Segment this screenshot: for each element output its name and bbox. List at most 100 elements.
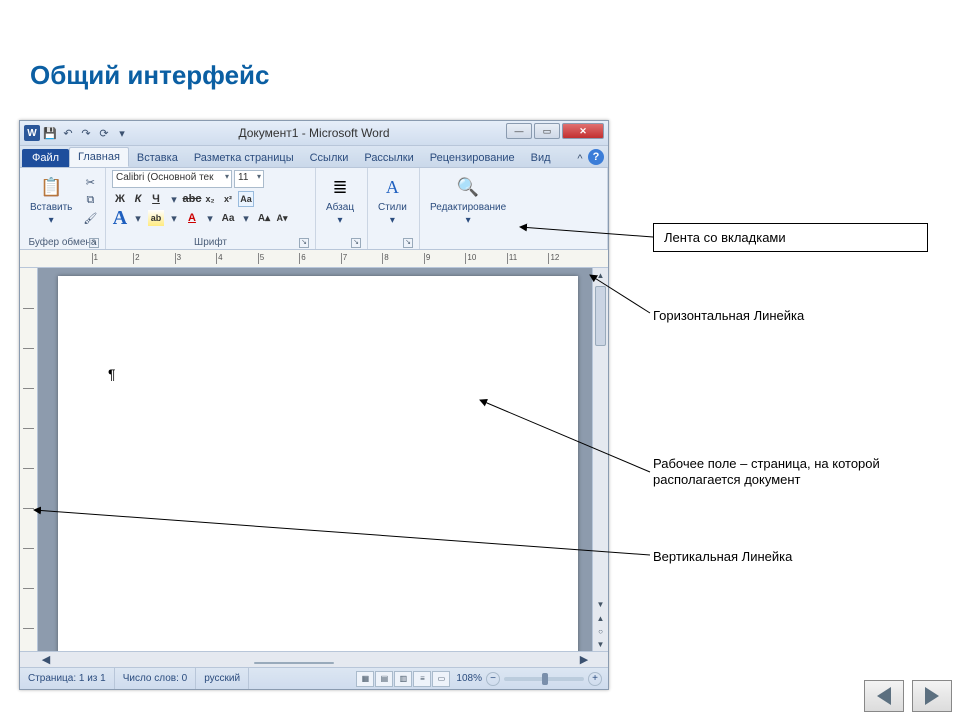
zoom-level[interactable]: 108% [456, 673, 482, 684]
tab-home[interactable]: Главная [69, 147, 129, 167]
draft-view-icon[interactable]: ▭ [432, 671, 450, 687]
qat-customize-icon[interactable]: ▾ [114, 125, 130, 141]
horizontal-ruler[interactable]: 123456789101112 [20, 250, 608, 268]
prev-slide-button[interactable] [864, 680, 904, 712]
paragraph-button[interactable]: ≣Абзац▾ [322, 170, 358, 226]
highlight-dropdown-icon[interactable]: ▾ [166, 210, 182, 226]
font-name-combo[interactable]: Calibri (Основной тек [112, 170, 232, 188]
scroll-down-icon[interactable]: ▼ [593, 597, 608, 611]
scroll-right-icon[interactable]: ▶ [576, 652, 592, 668]
zoom-in-button[interactable]: + [588, 672, 602, 686]
hscroll-thumb[interactable] [254, 662, 334, 664]
cut-icon[interactable]: ✂ [82, 174, 98, 190]
text-effects-dropdown-icon[interactable]: ▾ [130, 210, 146, 226]
ruler-tick-label: 12 [550, 253, 559, 262]
tab-review[interactable]: Рецензирование [422, 149, 523, 167]
vertical-scrollbar[interactable]: ▲ ▼ ▲ ○ ▼ [592, 268, 608, 651]
minimize-button[interactable]: — [506, 123, 532, 139]
minimize-ribbon-icon[interactable]: ^ [572, 151, 588, 167]
paragraph-launcher-icon[interactable]: ↘ [351, 238, 361, 248]
editing-button[interactable]: 🔍Редактирование▾ [426, 170, 510, 226]
zoom-out-button[interactable]: − [486, 672, 500, 686]
font-size-combo[interactable]: 11 [234, 170, 264, 188]
print-layout-view-icon[interactable]: ▦ [356, 671, 374, 687]
font-color-dropdown-icon[interactable]: ▾ [202, 210, 218, 226]
italic-button[interactable]: К [130, 191, 146, 207]
callout-workarea-text: Рабочее поле – страница, на которой расп… [653, 456, 893, 489]
change-case-button[interactable]: Aa [238, 191, 254, 207]
copy-icon[interactable]: ⧉ [82, 192, 98, 208]
ruler-tick-label: 1 [94, 253, 98, 262]
triangle-left-icon [877, 687, 891, 705]
scroll-left-icon[interactable]: ◀ [38, 652, 54, 668]
ruler-marks: 123456789101112 [50, 250, 590, 267]
fullscreen-reading-view-icon[interactable]: ▤ [375, 671, 393, 687]
ruler-tick-label: 3 [177, 253, 181, 262]
help-icon[interactable]: ? [588, 149, 604, 165]
ruler-tick-label: 8 [384, 253, 388, 262]
tab-references[interactable]: Ссылки [302, 149, 357, 167]
vscroll-thumb[interactable] [595, 286, 606, 346]
superscript-button[interactable]: x² [220, 191, 236, 207]
status-word-count[interactable]: Число слов: 0 [115, 668, 196, 689]
maximize-button[interactable]: ▭ [534, 123, 560, 139]
zoom-knob[interactable] [542, 673, 548, 685]
paste-button[interactable]: 📋 Вставить ▾ [26, 170, 76, 226]
next-page-icon[interactable]: ▼ [593, 637, 608, 651]
font-launcher-icon[interactable]: ↘ [299, 238, 309, 248]
callout-ribbon-box: Лента со вкладками [653, 223, 928, 252]
web-layout-view-icon[interactable]: ▥ [394, 671, 412, 687]
repeat-icon[interactable]: ⟳ [96, 125, 112, 141]
tab-mailings[interactable]: Рассылки [356, 149, 421, 167]
prev-page-icon[interactable]: ▲ [593, 611, 608, 625]
case-dropdown-icon[interactable]: ▾ [238, 210, 254, 226]
strikethrough-button[interactable]: abc [184, 191, 200, 207]
close-button[interactable]: ✕ [562, 123, 604, 139]
underline-button[interactable]: Ч [148, 191, 164, 207]
styles-launcher-icon[interactable]: ↘ [403, 238, 413, 248]
subscript-button[interactable]: x₂ [202, 191, 218, 207]
quick-access-toolbar: W 💾 ↶ ↷ ⟳ ▾ [20, 125, 130, 141]
browse-object-icon[interactable]: ○ [593, 624, 608, 638]
status-language[interactable]: русский [196, 668, 249, 689]
tab-view[interactable]: Вид [523, 149, 559, 167]
save-icon[interactable]: 💾 [42, 125, 58, 141]
zoom-slider[interactable] [504, 677, 584, 681]
vertical-ruler[interactable] [20, 268, 38, 651]
styles-dropdown-icon[interactable]: ▾ [390, 215, 395, 226]
text-effects-button[interactable]: A [112, 210, 128, 226]
clipboard-launcher-icon[interactable]: ↘ [89, 238, 99, 248]
shrink-font-button[interactable]: A▾ [274, 210, 290, 226]
paste-dropdown-icon[interactable]: ▾ [49, 215, 54, 226]
editing-dropdown-icon[interactable]: ▾ [466, 215, 471, 226]
format-painter-icon[interactable]: 🖌 [82, 210, 98, 226]
font-color-button[interactable]: A [184, 210, 200, 226]
redo-icon[interactable]: ↷ [78, 125, 94, 141]
status-page[interactable]: Страница: 1 из 1 [20, 668, 115, 689]
underline-dropdown-icon[interactable]: ▾ [166, 191, 182, 207]
word-window: W 💾 ↶ ↷ ⟳ ▾ Документ1 - Microsoft Word —… [19, 120, 609, 690]
callout-hruler-text: Горизонтальная Линейка [653, 308, 804, 324]
change-case-aa-button[interactable]: Aa [220, 210, 236, 226]
styles-label: Стили [378, 202, 407, 213]
tab-layout[interactable]: Разметка страницы [186, 149, 302, 167]
word-logo-icon: W [24, 125, 40, 141]
bold-button[interactable]: Ж [112, 191, 128, 207]
window-controls: — ▭ ✕ [506, 123, 604, 139]
callout-vruler-text: Вертикальная Линейка [653, 549, 792, 565]
next-slide-button[interactable] [912, 680, 952, 712]
undo-icon[interactable]: ↶ [60, 125, 76, 141]
outline-view-icon[interactable]: ≡ [413, 671, 431, 687]
highlight-button[interactable]: ab [148, 210, 164, 226]
styles-button[interactable]: AСтили▾ [374, 170, 411, 226]
scroll-up-icon[interactable]: ▲ [593, 268, 608, 282]
ribbon-tabs: Файл Главная Вставка Разметка страницы С… [20, 146, 608, 168]
group-styles: AСтили▾ ↘ [368, 168, 420, 249]
clipboard-icon: 📋 [38, 174, 64, 200]
tab-insert[interactable]: Вставка [129, 149, 186, 167]
paragraph-dropdown-icon[interactable]: ▾ [338, 215, 343, 226]
document-page[interactable]: ¶ [58, 276, 578, 651]
tab-file[interactable]: Файл [22, 149, 69, 167]
group-paragraph-label: ↘ [322, 236, 361, 249]
grow-font-button[interactable]: A▴ [256, 210, 272, 226]
